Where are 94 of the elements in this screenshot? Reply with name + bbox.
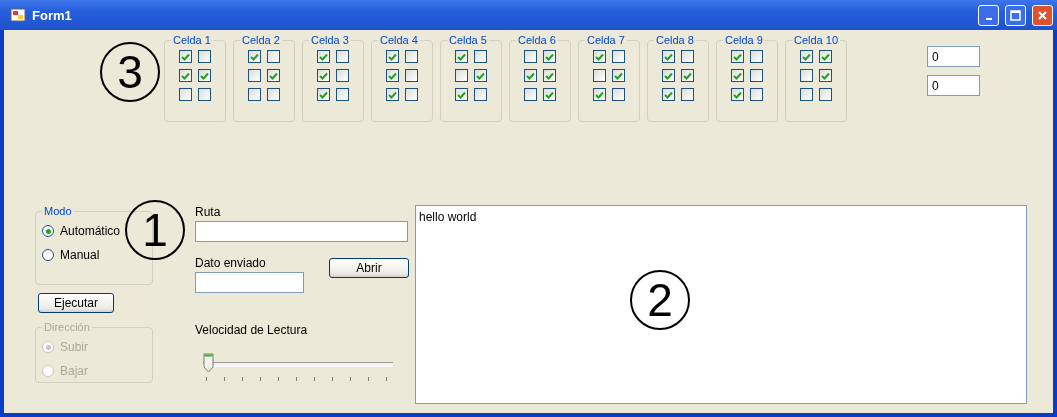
annotation-marker: 1 [125, 200, 185, 260]
group-title: Celda 6 [517, 34, 557, 46]
checkbox[interactable] [731, 88, 744, 101]
checkbox[interactable] [405, 50, 418, 63]
field-label: Dato enviado [195, 256, 267, 272]
minimize-button[interactable] [978, 4, 999, 26]
checkbox[interactable] [750, 69, 763, 82]
checkbox[interactable] [336, 69, 349, 82]
maximize-icon [1010, 9, 1021, 21]
number-field[interactable]: 0 [927, 75, 981, 96]
checkbox[interactable] [198, 50, 211, 63]
annotation-marker: 2 [630, 270, 690, 330]
annotation-marker: 3 [100, 42, 160, 102]
group-title: Celda 3 [310, 34, 350, 46]
checkbox[interactable] [179, 50, 192, 63]
checkbox[interactable] [474, 88, 487, 101]
checkbox[interactable] [681, 50, 694, 63]
checkbox[interactable] [543, 88, 556, 101]
minimize-icon [985, 17, 992, 20]
checkbox[interactable] [179, 69, 192, 82]
checkbox[interactable] [543, 50, 556, 63]
group-title: Celda 7 [586, 34, 626, 46]
checkbox[interactable] [248, 50, 261, 63]
checkbox[interactable] [267, 50, 280, 63]
checkbox[interactable] [800, 88, 813, 101]
checkbox[interactable] [731, 69, 744, 82]
group-title: Celda 1 [172, 34, 212, 46]
checkbox[interactable] [819, 69, 832, 82]
checkbox[interactable] [455, 88, 468, 101]
checkbox[interactable] [524, 50, 537, 63]
checkbox[interactable] [819, 88, 832, 101]
group-title: Celda 2 [241, 34, 281, 46]
checkbox[interactable] [819, 50, 832, 63]
data-field[interactable] [195, 272, 304, 293]
checkbox[interactable] [336, 50, 349, 63]
close-icon [1037, 9, 1048, 21]
checkbox[interactable] [386, 69, 399, 82]
number-field[interactable]: 0 [927, 46, 981, 67]
checkbox[interactable] [612, 50, 625, 63]
group-title: Celda 5 [448, 34, 488, 46]
checkbox[interactable] [612, 69, 625, 82]
checkbox[interactable] [681, 88, 694, 101]
group-title: Celda 10 [793, 34, 840, 46]
checkbox[interactable] [455, 50, 468, 63]
checkbox[interactable] [750, 50, 763, 63]
checkbox[interactable] [405, 88, 418, 101]
group-title: Celda 8 [655, 34, 695, 46]
checkbox[interactable] [198, 69, 211, 82]
field-label: Ruta [195, 205, 222, 221]
checkbox[interactable] [198, 88, 211, 101]
group-title: Modo [43, 205, 73, 217]
group-title: Celda 9 [724, 34, 764, 46]
checkbox[interactable] [386, 50, 399, 63]
window-title: Form1 [32, 7, 73, 23]
path-field[interactable] [195, 221, 408, 242]
checkbox[interactable] [267, 69, 280, 82]
checkbox[interactable] [681, 69, 694, 82]
checkbox[interactable] [800, 50, 813, 63]
close-button[interactable] [1032, 4, 1053, 26]
execute-button[interactable]: Ejecutar [38, 293, 114, 313]
checkbox[interactable] [543, 69, 556, 82]
checkbox[interactable] [750, 88, 763, 101]
checkbox[interactable] [386, 88, 399, 101]
checkbox[interactable] [248, 69, 261, 82]
open-button[interactable]: Abrir [329, 258, 409, 278]
speed-slider[interactable] [203, 353, 393, 383]
checkbox[interactable] [317, 88, 330, 101]
checkbox[interactable] [179, 88, 192, 101]
checkbox[interactable] [474, 50, 487, 63]
checkbox[interactable] [593, 69, 606, 82]
checkbox[interactable] [662, 50, 675, 63]
checkbox[interactable] [662, 88, 675, 101]
slider-label: Velocidad de Lectura [195, 323, 309, 339]
checkbox[interactable] [524, 88, 537, 101]
checkbox[interactable] [267, 88, 280, 101]
checkbox[interactable] [800, 69, 813, 82]
checkbox[interactable] [455, 69, 468, 82]
checkbox[interactable] [662, 69, 675, 82]
checkbox[interactable] [248, 88, 261, 101]
maximize-button[interactable] [1005, 4, 1026, 26]
group-title: Celda 4 [379, 34, 419, 46]
checkbox[interactable] [593, 50, 606, 63]
checkbox[interactable] [612, 88, 625, 101]
app-icon [10, 7, 26, 23]
checkbox[interactable] [405, 69, 418, 82]
slider-thumb[interactable] [203, 353, 214, 373]
checkbox[interactable] [317, 50, 330, 63]
checkbox[interactable] [593, 88, 606, 101]
checkbox[interactable] [731, 50, 744, 63]
checkbox[interactable] [317, 69, 330, 82]
group-title: Dirección [43, 321, 91, 333]
checkbox[interactable] [336, 88, 349, 101]
checkbox[interactable] [524, 69, 537, 82]
checkbox[interactable] [474, 69, 487, 82]
